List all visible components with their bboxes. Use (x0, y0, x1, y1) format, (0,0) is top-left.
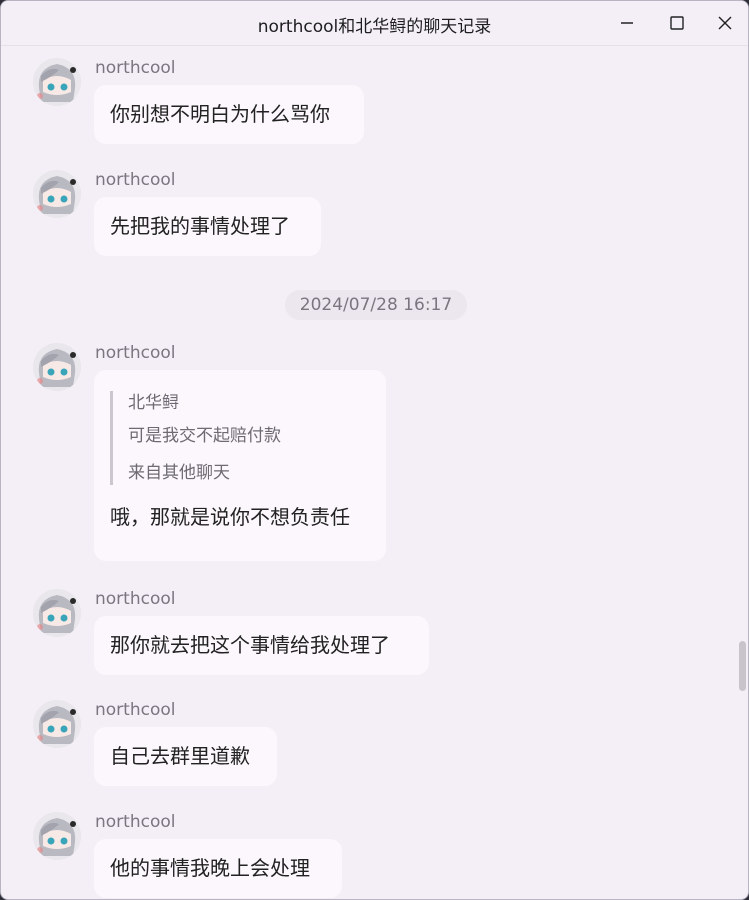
sender-name: northcool (95, 170, 176, 190)
sender-name: northcool (95, 58, 176, 78)
message-bubble[interactable]: 那你就去把这个事情给我处理了 (94, 616, 429, 675)
minimize-button[interactable] (603, 1, 651, 45)
avatar[interactable] (33, 58, 81, 106)
close-icon (718, 16, 732, 30)
quote-source: 来自其他聊天 (128, 463, 230, 483)
message-bubble[interactable]: 他的事情我晚上会处理 (94, 839, 342, 898)
scrollbar-thumb[interactable] (739, 641, 746, 691)
sender-name: northcool (95, 343, 176, 363)
sender-name: northcool (95, 812, 176, 832)
message-list[interactable]: northcool 你别想不明白为什么骂你 northcool 先把我的事情处理… (1, 46, 748, 899)
minimize-icon (621, 22, 633, 24)
avatar[interactable] (33, 343, 81, 391)
maximize-icon (670, 16, 684, 30)
message-text: 你别想不明白为什么骂你 (110, 102, 330, 126)
quoted-message[interactable]: 北华鲟 可是我交不起赔付款 来自其他聊天 (110, 391, 370, 485)
sender-name: northcool (95, 589, 176, 609)
message-text: 哦，那就是说你不想负责任 (110, 505, 350, 529)
sender-name: northcool (95, 700, 176, 720)
timestamp-divider: 2024/07/28 16:17 (285, 290, 467, 320)
avatar[interactable] (33, 700, 81, 748)
avatar[interactable] (33, 589, 81, 637)
title-bar[interactable]: northcool和北华鲟的聊天记录 (1, 1, 748, 46)
quote-text: 可是我交不起赔付款 (128, 426, 281, 446)
message-bubble[interactable]: 自己去群里道歉 (94, 727, 277, 786)
maximize-button[interactable] (653, 1, 701, 45)
message-bubble[interactable]: 先把我的事情处理了 (94, 197, 321, 256)
message-text: 先把我的事情处理了 (110, 214, 290, 238)
quote-author: 北华鲟 (128, 393, 179, 413)
chat-history-window: northcool和北华鲟的聊天记录 northcool 你别想不明白为什么骂你… (0, 0, 749, 900)
close-button[interactable] (701, 1, 748, 45)
message-text: 自己去群里道歉 (110, 744, 250, 768)
message-bubble[interactable]: 你别想不明白为什么骂你 (94, 85, 364, 144)
message-bubble[interactable]: 北华鲟 可是我交不起赔付款 来自其他聊天 哦，那就是说你不想负责任 (94, 370, 386, 561)
message-text: 那你就去把这个事情给我处理了 (110, 633, 390, 657)
avatar[interactable] (33, 812, 81, 860)
avatar[interactable] (33, 170, 81, 218)
message-text: 他的事情我晚上会处理 (110, 856, 310, 880)
